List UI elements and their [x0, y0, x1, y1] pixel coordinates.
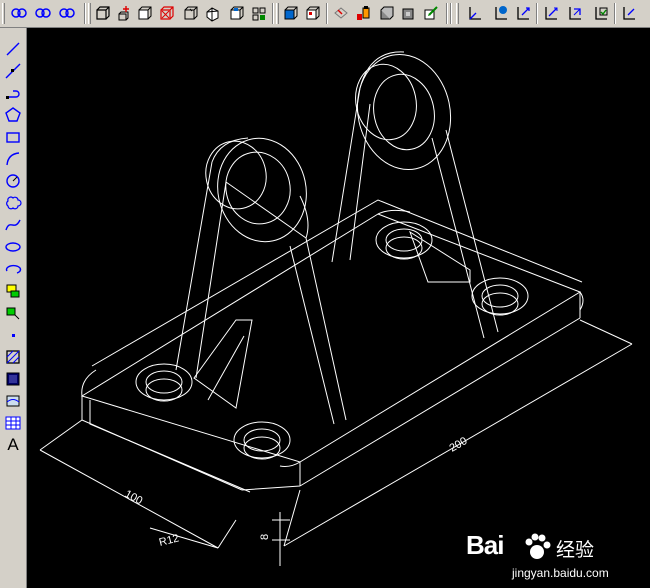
- toolbar-separator: [84, 3, 86, 24]
- toolbar-separator: [536, 3, 538, 24]
- add-solid-icon[interactable]: [114, 4, 132, 22]
- ucs-world-icon[interactable]: [492, 4, 510, 22]
- dim-100-label: 100: [123, 488, 145, 507]
- toolbar-separator: [446, 3, 448, 24]
- watermark-url: jingyan.baidu.com: [512, 566, 609, 580]
- render-icon[interactable]: [378, 4, 396, 22]
- view-orbit-continuous-icon[interactable]: [58, 4, 76, 22]
- cube-wire-icon[interactable]: [158, 4, 176, 22]
- hole-front-left: [135, 363, 193, 402]
- toolbar-separator: [272, 3, 274, 24]
- cube-gouraud-edges-icon[interactable]: [250, 4, 268, 22]
- point-icon[interactable]: [4, 326, 22, 344]
- toolbar-separator: [614, 3, 616, 24]
- dim-100-line: [39, 419, 219, 549]
- ellipse-icon[interactable]: [4, 238, 22, 256]
- color-bucket-icon[interactable]: [354, 4, 372, 22]
- ucs-named-icon[interactable]: [592, 4, 610, 22]
- drawing-canvas[interactable]: 200 100 R12 8 Bai 经验 jingyan.baidu.com: [27, 28, 650, 588]
- toolbar-grip[interactable]: [456, 3, 459, 24]
- toolbar-separator: [326, 3, 328, 24]
- region-icon[interactable]: [4, 392, 22, 410]
- polygon-icon[interactable]: [4, 106, 22, 124]
- material-icon[interactable]: [400, 4, 418, 22]
- cube-icon[interactable]: [136, 4, 154, 22]
- dim-r12-label: R12: [158, 532, 180, 549]
- ucs-icon[interactable]: [466, 4, 484, 22]
- cube-gouraud-icon[interactable]: [228, 4, 246, 22]
- base-plate-edges: [81, 292, 581, 491]
- paw-logo-icon: [525, 533, 551, 559]
- dim-8-label: 8: [259, 534, 271, 540]
- isometric-bracket-drawing: 200 100 R12 8: [39, 51, 633, 566]
- cube-hidden-icon[interactable]: [182, 4, 200, 22]
- top-toolbar: [0, 0, 650, 28]
- scene-icon[interactable]: [422, 4, 440, 22]
- watermark-suffix: 经验: [556, 539, 595, 561]
- table-icon[interactable]: [4, 414, 22, 432]
- construction-line-icon[interactable]: [4, 62, 22, 80]
- shade-edges-icon[interactable]: [282, 4, 300, 22]
- ucs-origin-icon[interactable]: [514, 4, 532, 22]
- dim-8-line: [272, 512, 290, 566]
- toolbar-separator: [450, 3, 452, 24]
- spline-icon[interactable]: [4, 216, 22, 234]
- circle-icon[interactable]: [4, 172, 22, 190]
- extract-solid-icon[interactable]: [332, 4, 350, 22]
- dim-200-line: [283, 319, 633, 547]
- ucs-3point-icon[interactable]: [542, 4, 560, 22]
- ucs-view-icon[interactable]: [620, 4, 638, 22]
- draw-toolbar: A: [0, 28, 27, 588]
- watermark-logo: Bai: [466, 530, 504, 560]
- revision-cloud-icon[interactable]: [4, 194, 22, 212]
- hole-front-right: [233, 421, 291, 460]
- toolbar-grip[interactable]: [88, 3, 91, 24]
- insert-block-icon[interactable]: [4, 282, 22, 300]
- multiline-text-icon[interactable]: A: [4, 436, 22, 454]
- arc-icon[interactable]: [4, 150, 22, 168]
- hole-back-right: [471, 277, 529, 316]
- ellipse-arc-icon[interactable]: [4, 260, 22, 278]
- cube-flat-icon[interactable]: [204, 4, 222, 22]
- toolbar-grip[interactable]: [2, 3, 5, 24]
- toolbar-grip[interactable]: [276, 3, 279, 24]
- rib-right: [409, 230, 471, 283]
- view-orbit-icon[interactable]: [10, 4, 28, 22]
- make-block-icon[interactable]: [4, 304, 22, 322]
- box-icon[interactable]: [94, 4, 112, 22]
- dim-200-label: 200: [448, 435, 470, 455]
- left-upright: [175, 161, 347, 425]
- right-boss-front: [356, 53, 452, 171]
- gradient-icon[interactable]: [4, 370, 22, 388]
- rectangle-icon[interactable]: [4, 128, 22, 146]
- line-icon[interactable]: [4, 40, 22, 58]
- watermark: Bai 经验 jingyan.baidu.com: [460, 528, 640, 584]
- shade-cube-icon[interactable]: [304, 4, 322, 22]
- ucs-face-icon[interactable]: [566, 4, 584, 22]
- polyline-icon[interactable]: [4, 84, 22, 102]
- view-orbit-constrained-icon[interactable]: [34, 4, 52, 22]
- hatch-icon[interactable]: [4, 348, 22, 366]
